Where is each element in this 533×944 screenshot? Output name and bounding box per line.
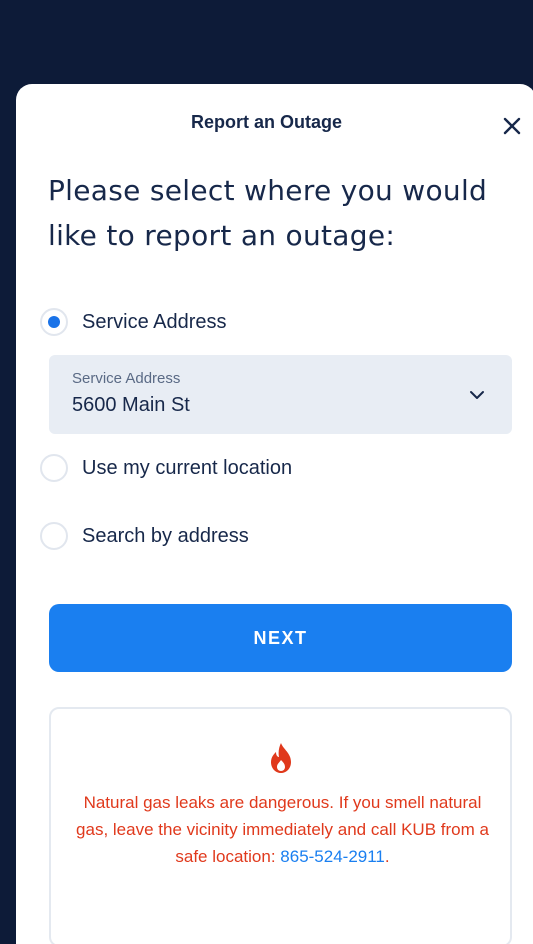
- radio-button[interactable]: [40, 522, 68, 550]
- select-value: 5600 Main St: [72, 394, 190, 416]
- service-address-select[interactable]: Service Address 5600 Main St: [49, 355, 512, 434]
- next-button[interactable]: NEXT: [49, 604, 512, 672]
- chevron-down-icon: [470, 391, 484, 399]
- option-label: Service Address: [82, 310, 227, 333]
- sheet-title: Report an Outage: [190, 112, 342, 132]
- option-current-location[interactable]: Use my current location: [40, 452, 292, 484]
- option-search-address[interactable]: Search by address: [40, 520, 249, 552]
- page-prompt: Please select where you would like to re…: [48, 174, 488, 252]
- radio-button[interactable]: [40, 454, 68, 482]
- kub-phone-link[interactable]: 865-524-2911: [280, 847, 385, 866]
- radio-button-selected[interactable]: [40, 308, 68, 336]
- close-icon: [503, 117, 521, 135]
- close-button[interactable]: [497, 111, 527, 141]
- gas-warning-text: Natural gas leaks are dangerous. If you …: [71, 789, 494, 870]
- option-label: Search by address: [82, 524, 249, 547]
- option-service-address[interactable]: Service Address: [40, 306, 227, 338]
- warning-suffix: .: [384, 847, 390, 866]
- radio-dot: [48, 316, 60, 328]
- option-label: Use my current location: [82, 456, 293, 479]
- select-caption: Service Address: [72, 370, 181, 387]
- flame-icon: [271, 743, 291, 773]
- gas-warning-card: Natural gas leaks are dangerous. If you …: [49, 707, 512, 944]
